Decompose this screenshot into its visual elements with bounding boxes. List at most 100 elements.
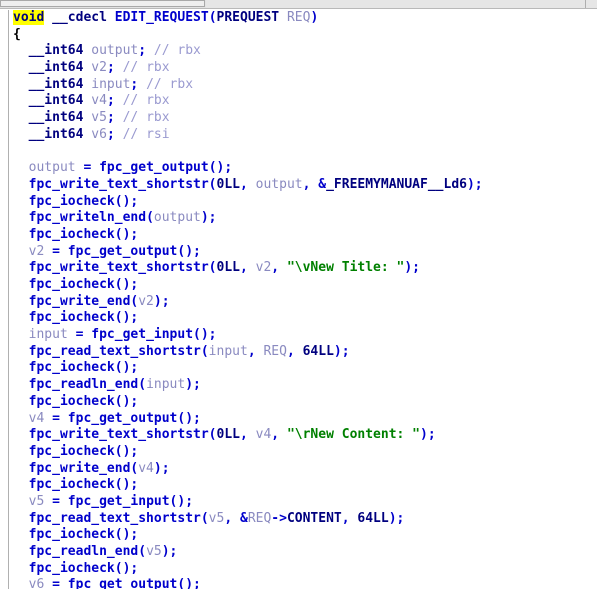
pseudocode-view[interactable]: void __cdecl EDIT_REQUEST(PREQUEST REQ){… bbox=[0, 10, 597, 589]
code-line[interactable]: fpc_write_end(v2); bbox=[0, 294, 597, 311]
code-token: , & bbox=[302, 176, 327, 192]
horizontal-scroll-thumb[interactable] bbox=[0, 0, 205, 7]
code-token: input bbox=[28, 327, 68, 343]
code-token: fpc_iocheck bbox=[28, 477, 115, 493]
code-token: 0LL bbox=[216, 176, 240, 192]
code-token: , bbox=[239, 176, 256, 192]
code-token: ( bbox=[208, 427, 217, 443]
code-line[interactable]: __int64 v2; // rbx bbox=[0, 60, 597, 77]
code-line[interactable]: input = fpc_get_input(); bbox=[0, 327, 597, 344]
code-line[interactable]: fpc_iocheck(); bbox=[0, 277, 597, 294]
code-line[interactable]: fpc_write_end(v4); bbox=[0, 461, 597, 478]
code-line[interactable]: fpc_iocheck(); bbox=[0, 360, 597, 377]
code-line[interactable]: fpc_readln_end(v5); bbox=[0, 544, 597, 561]
code-line[interactable] bbox=[0, 144, 597, 161]
code-line[interactable]: v6 = fpc_get_output(); bbox=[0, 577, 597, 589]
code-token: ( bbox=[138, 544, 147, 559]
code-line[interactable]: __int64 v5; // rbx bbox=[0, 110, 597, 127]
code-token: fpc_write_text_shortstr bbox=[28, 427, 209, 443]
code-token: fpc_write_text_shortstr bbox=[28, 176, 209, 192]
code-token: v2 bbox=[28, 243, 45, 259]
code-line[interactable]: fpc_iocheck(); bbox=[0, 477, 597, 494]
code-line[interactable]: fpc_iocheck(); bbox=[0, 310, 597, 327]
code-token: (); bbox=[114, 393, 139, 409]
code-line[interactable]: fpc_read_text_shortstr(v5, &REQ->CONTENT… bbox=[0, 511, 597, 528]
code-token: v5 bbox=[91, 110, 107, 126]
code-line[interactable]: fpc_write_text_shortstr(0LL, v4, "\rNew … bbox=[0, 427, 597, 444]
code-token: fpc_read_text_shortstr bbox=[28, 510, 201, 526]
code-token: (); bbox=[193, 327, 217, 343]
code-line[interactable]: __int64 output; // rbx bbox=[0, 43, 597, 60]
code-line[interactable]: fpc_write_text_shortstr(0LL, output, &_F… bbox=[0, 177, 597, 194]
code-token: __int64 bbox=[28, 76, 84, 92]
code-token: fpc_iocheck bbox=[28, 360, 115, 376]
code-token: , & bbox=[224, 510, 248, 526]
code-token: v4 bbox=[138, 460, 154, 476]
code-token: fpc_readln_end bbox=[28, 544, 139, 559]
code-line[interactable]: v5 = fpc_get_input(); bbox=[0, 494, 597, 511]
code-token: ); bbox=[153, 460, 170, 476]
code-token: ); bbox=[420, 427, 436, 443]
code-line[interactable]: fpc_iocheck(); bbox=[0, 394, 597, 411]
code-token: fpc_iocheck bbox=[28, 310, 115, 326]
code-token: ( bbox=[208, 260, 217, 276]
top-scroll-band[interactable] bbox=[0, 0, 597, 9]
code-token: // rbx bbox=[153, 43, 201, 59]
code-token: = bbox=[44, 493, 68, 509]
code-token: // rbx bbox=[122, 110, 170, 126]
code-line[interactable]: __int64 v6; // rsi bbox=[0, 127, 597, 144]
code-line-list: void __cdecl EDIT_REQUEST(PREQUEST REQ){… bbox=[0, 10, 597, 589]
code-token: EDIT_REQUEST bbox=[114, 10, 209, 25]
code-line[interactable]: fpc_iocheck(); bbox=[0, 527, 597, 544]
code-token: fpc_get_output bbox=[67, 243, 178, 259]
code-token: , bbox=[341, 510, 358, 526]
code-token: ( bbox=[200, 343, 209, 359]
code-line[interactable]: fpc_iocheck(); bbox=[0, 227, 597, 244]
code-token: __int64 bbox=[28, 93, 84, 109]
code-line[interactable]: { bbox=[0, 27, 597, 44]
code-line[interactable]: output = fpc_get_output(); bbox=[0, 160, 597, 177]
code-token: // rsi bbox=[122, 126, 170, 142]
code-token: , bbox=[239, 427, 256, 443]
code-token: (); bbox=[114, 310, 139, 326]
code-token: CONTENT bbox=[286, 510, 342, 526]
code-line[interactable]: fpc_iocheck(); bbox=[0, 561, 597, 578]
code-token: __int64 bbox=[28, 110, 84, 126]
code-line[interactable]: __int64 input; // rbx bbox=[0, 77, 597, 94]
code-line[interactable]: void __cdecl EDIT_REQUEST(PREQUEST REQ) bbox=[0, 10, 597, 27]
code-token: v6 bbox=[91, 126, 107, 142]
code-line[interactable]: fpc_iocheck(); bbox=[0, 194, 597, 211]
code-token: 0LL bbox=[216, 260, 240, 276]
code-line[interactable]: v4 = fpc_get_output(); bbox=[0, 411, 597, 428]
code-token: , bbox=[247, 343, 264, 359]
code-line[interactable]: v2 = fpc_get_output(); bbox=[0, 244, 597, 261]
code-line[interactable]: fpc_read_text_shortstr(input, REQ, 64LL)… bbox=[0, 344, 597, 361]
band-segment-3[interactable] bbox=[586, 0, 597, 8]
code-token: = bbox=[44, 243, 68, 259]
code-line[interactable]: fpc_write_text_shortstr(0LL, v2, "\vNew … bbox=[0, 260, 597, 277]
code-token: (); bbox=[114, 360, 139, 376]
code-line[interactable]: __int64 v4; // rbx bbox=[0, 93, 597, 110]
band-segment-2[interactable] bbox=[206, 0, 586, 8]
code-line[interactable]: fpc_iocheck(); bbox=[0, 444, 597, 461]
code-line[interactable]: fpc_writeln_end(output); bbox=[0, 210, 597, 227]
code-token: fpc_get_input bbox=[91, 327, 194, 343]
code-token: , bbox=[239, 260, 256, 276]
code-line[interactable]: fpc_readln_end(input); bbox=[0, 377, 597, 394]
code-token: fpc_read_text_shortstr bbox=[28, 343, 201, 359]
